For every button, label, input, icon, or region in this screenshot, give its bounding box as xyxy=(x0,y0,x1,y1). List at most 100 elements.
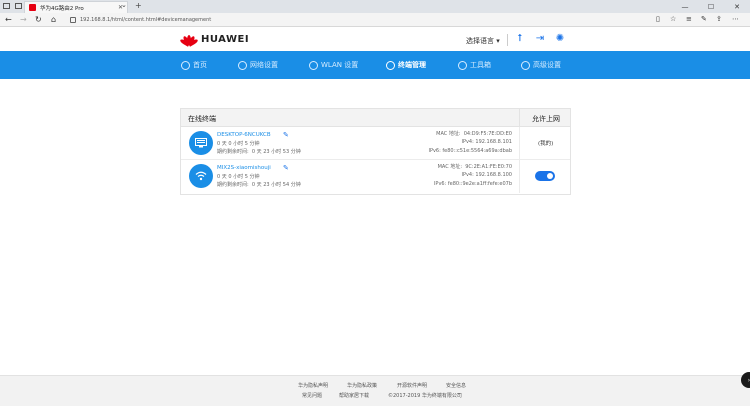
more-icon[interactable]: ⋯ xyxy=(732,15,739,23)
my-device-label: (我的) xyxy=(538,141,554,147)
ipv6-label: IPv6: xyxy=(428,148,441,154)
toolbox-icon xyxy=(458,60,467,70)
notes-icon[interactable]: ✎ xyxy=(701,15,707,23)
edit-name-icon[interactable]: ✎ xyxy=(283,164,289,172)
online-duration: 0 天 0 小时 5 分钟 xyxy=(217,141,260,147)
favorite-star-icon[interactable]: ☆ xyxy=(670,15,676,23)
site-footer: 华为隐私声明 华为隐私政策 开源软件声明 安全信息 常见问题 帮助家居下载 ©2… xyxy=(0,375,750,406)
refresh-icon[interactable]: ↻ xyxy=(35,15,42,24)
favorites-hub-icon[interactable]: ≡ xyxy=(686,15,692,23)
ipv4-label: IPv4: xyxy=(461,172,474,178)
tab-actions xyxy=(3,3,22,9)
column-divider xyxy=(519,160,520,193)
footer-link-download[interactable]: 帮助家居下载 xyxy=(339,392,369,399)
footer-link-security[interactable]: 安全信息 xyxy=(446,382,466,389)
new-tab-icon[interactable]: + xyxy=(135,1,142,10)
globe-icon xyxy=(238,60,247,70)
minimize-icon[interactable]: — xyxy=(672,0,698,13)
brand-name: HUAWEI xyxy=(201,34,250,45)
mac-value: 9C:2E:A1:FE:E0:70 xyxy=(465,164,512,170)
language-selector[interactable]: 选择语言 ▾ xyxy=(466,36,500,46)
lease-label: 期约剩余时间: xyxy=(217,182,249,188)
language-label: 选择语言 xyxy=(466,37,494,45)
desktop-icon xyxy=(189,131,213,155)
url-text: 192.168.8.1/html/content.html#devicemana… xyxy=(80,17,212,23)
close-window-icon[interactable]: ✕ xyxy=(724,0,750,13)
site-info-icon[interactable] xyxy=(70,17,76,23)
allow-internet-toggle[interactable] xyxy=(535,171,555,181)
devices-icon xyxy=(386,60,395,70)
home-icon xyxy=(181,60,190,70)
mac-address: MAC 地址: 9C:2E:A1:FE:E0:70 xyxy=(438,163,512,170)
device-name: DESKTOP-6NCUKCB xyxy=(217,132,271,138)
ipv6-value: fe80::c51e:5564:a69a:dbab xyxy=(442,148,512,154)
main-nav: 首页 网络设置 WLAN 设置 终端管理 工具箱 高级设置 xyxy=(0,51,750,79)
footer-link-privacy-policy[interactable]: 华为隐私政策 xyxy=(347,382,377,389)
nav-item-toolbox[interactable]: 工具箱 xyxy=(458,51,491,79)
tab-dropdown-icon[interactable]: ⌄ xyxy=(121,1,127,9)
mac-label: MAC 地址: xyxy=(436,131,461,137)
site-header: HUAWEI 选择语言 ▾ ⭡ ⇥ ✺ xyxy=(0,27,750,51)
address-bar: ← → ↻ ⌂ 192.168.8.1/html/content.html#de… xyxy=(0,13,750,27)
wifi-icon xyxy=(189,164,213,188)
ipv4-value: 192.168.8.101 xyxy=(475,139,512,145)
gear-icon xyxy=(521,60,530,70)
share-icon[interactable]: ⇪ xyxy=(716,15,722,23)
ipv4-address: IPv4: 192.168.8.100 xyxy=(461,172,512,178)
lease-value: 0 天 23 小时 53 分钟 xyxy=(251,149,301,155)
mac-address: MAC 地址: 04:D9:F5:7E:DD:E0 xyxy=(436,130,512,137)
header-divider xyxy=(507,34,508,46)
huawei-favicon-icon xyxy=(29,4,36,11)
forward-icon[interactable]: → xyxy=(20,15,27,24)
nav-item-advanced[interactable]: 高级设置 xyxy=(521,51,561,79)
browser-tabbar: 华为4G路由2 Pro ✕ + ⌄ — ☐ ✕ xyxy=(0,0,750,13)
table-row: MIX2S-xiaomishouji ✎ 0 天 0 小时 5 分钟 期约剩余时… xyxy=(181,160,570,193)
nav-label: WLAN 设置 xyxy=(321,61,359,69)
logout-icon[interactable]: ⇥ xyxy=(534,33,546,45)
back-icon[interactable]: ← xyxy=(5,15,12,24)
card-title: 在线终端 xyxy=(188,115,216,123)
huawei-flower-icon xyxy=(179,34,199,47)
ipv6-address: IPv6: fe80::c51e:5564:a69a:dbab xyxy=(428,148,512,154)
mac-label: MAC 地址: xyxy=(437,164,463,170)
footer-copyright: ©2017-2019 华为终端有限公司 xyxy=(388,393,462,399)
maximize-icon[interactable]: ☐ xyxy=(698,0,724,13)
online-devices-card: 在线终端 允许上网 DESKTOP-6NCUKCB ✎ 0 天 0 小时 5 分… xyxy=(180,108,571,195)
card-header: 在线终端 允许上网 xyxy=(181,109,570,127)
browser-tab-active[interactable]: 华为4G路由2 Pro ✕ xyxy=(24,1,128,13)
set-aside-tabs-icon[interactable] xyxy=(15,3,22,9)
wifi-icon xyxy=(309,60,318,70)
mac-value: 04:D9:F5:7E:DD:E0 xyxy=(463,131,512,137)
window-controls: — ☐ ✕ xyxy=(672,0,750,13)
ipv4-label: IPv4: xyxy=(461,139,474,145)
footer-link-open-source[interactable]: 开源软件声明 xyxy=(397,382,427,389)
nav-item-home[interactable]: 首页 xyxy=(181,51,207,79)
nav-label: 网络设置 xyxy=(250,61,278,69)
nav-item-network[interactable]: 网络设置 xyxy=(238,51,278,79)
ipv6-address: IPv6: fe80::9e2e:a1ff:fefe:e07b xyxy=(434,181,512,187)
chevron-down-icon: ▾ xyxy=(496,37,500,45)
ipv6-label: IPv6: xyxy=(433,181,447,187)
allow-internet-header: 允许上网 xyxy=(532,115,560,123)
floating-help-button[interactable]: › xyxy=(741,372,750,388)
edit-name-icon[interactable]: ✎ xyxy=(283,131,289,139)
nav-item-wlan[interactable]: WLAN 设置 xyxy=(309,51,358,79)
lease-remaining: 期约剩余时间: 0 天 23 小时 53 分钟 xyxy=(217,148,301,155)
loading-spinner-icon[interactable]: ✺ xyxy=(554,33,566,45)
nav-label: 终端管理 xyxy=(398,61,426,69)
reading-view-icon[interactable]: ▯ xyxy=(656,15,660,23)
ipv4-value: 192.168.8.100 xyxy=(475,172,512,178)
lease-value: 0 天 23 小时 54 分钟 xyxy=(251,182,301,188)
column-divider xyxy=(519,109,520,127)
footer-link-privacy-statement[interactable]: 华为隐私声明 xyxy=(298,382,328,389)
home-icon[interactable]: ⌂ xyxy=(51,15,56,24)
huawei-logo[interactable]: HUAWEI xyxy=(179,34,250,47)
tab-manager-icon[interactable] xyxy=(3,3,10,9)
ipv6-value: fe80::9e2e:a1ff:fefe:e07b xyxy=(447,181,512,187)
nav-item-devices[interactable]: 终端管理 xyxy=(386,51,426,79)
nav-label: 首页 xyxy=(193,61,207,69)
footer-link-faq[interactable]: 常见问题 xyxy=(302,392,322,399)
url-field[interactable]: 192.168.8.1/html/content.html#devicemana… xyxy=(70,15,650,25)
upload-arrow-icon[interactable]: ⭡ xyxy=(514,33,526,45)
nav-label: 高级设置 xyxy=(533,61,561,69)
